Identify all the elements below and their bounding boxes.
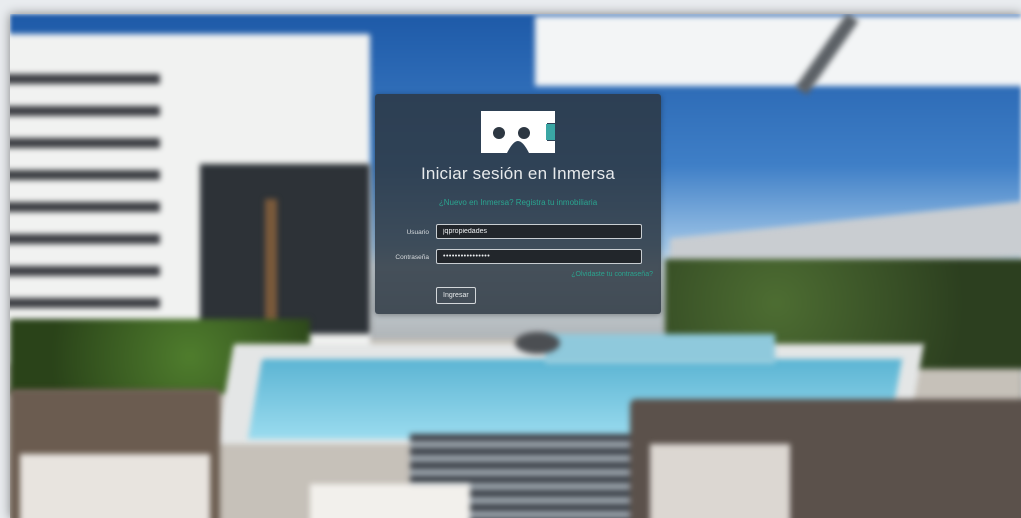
vr-headset-icon: [481, 111, 555, 153]
password-field[interactable]: [436, 249, 642, 264]
username-field[interactable]: [436, 224, 642, 239]
login-button[interactable]: Ingresar: [436, 287, 476, 304]
login-card: Iniciar sesión en Inmersa ¿Nuevo en Inme…: [375, 94, 661, 314]
page-frame: Iniciar sesión en Inmersa ¿Nuevo en Inme…: [10, 14, 1021, 518]
forgot-password-link[interactable]: ¿Olvidaste tu contraseña?: [571, 271, 653, 278]
register-link[interactable]: ¿Nuevo en Inmersa? Registra tu inmobilia…: [375, 198, 661, 207]
login-title: Iniciar sesión en Inmersa: [421, 164, 615, 183]
username-label: Usuario: [406, 229, 429, 236]
password-label: Contraseña: [395, 254, 429, 261]
